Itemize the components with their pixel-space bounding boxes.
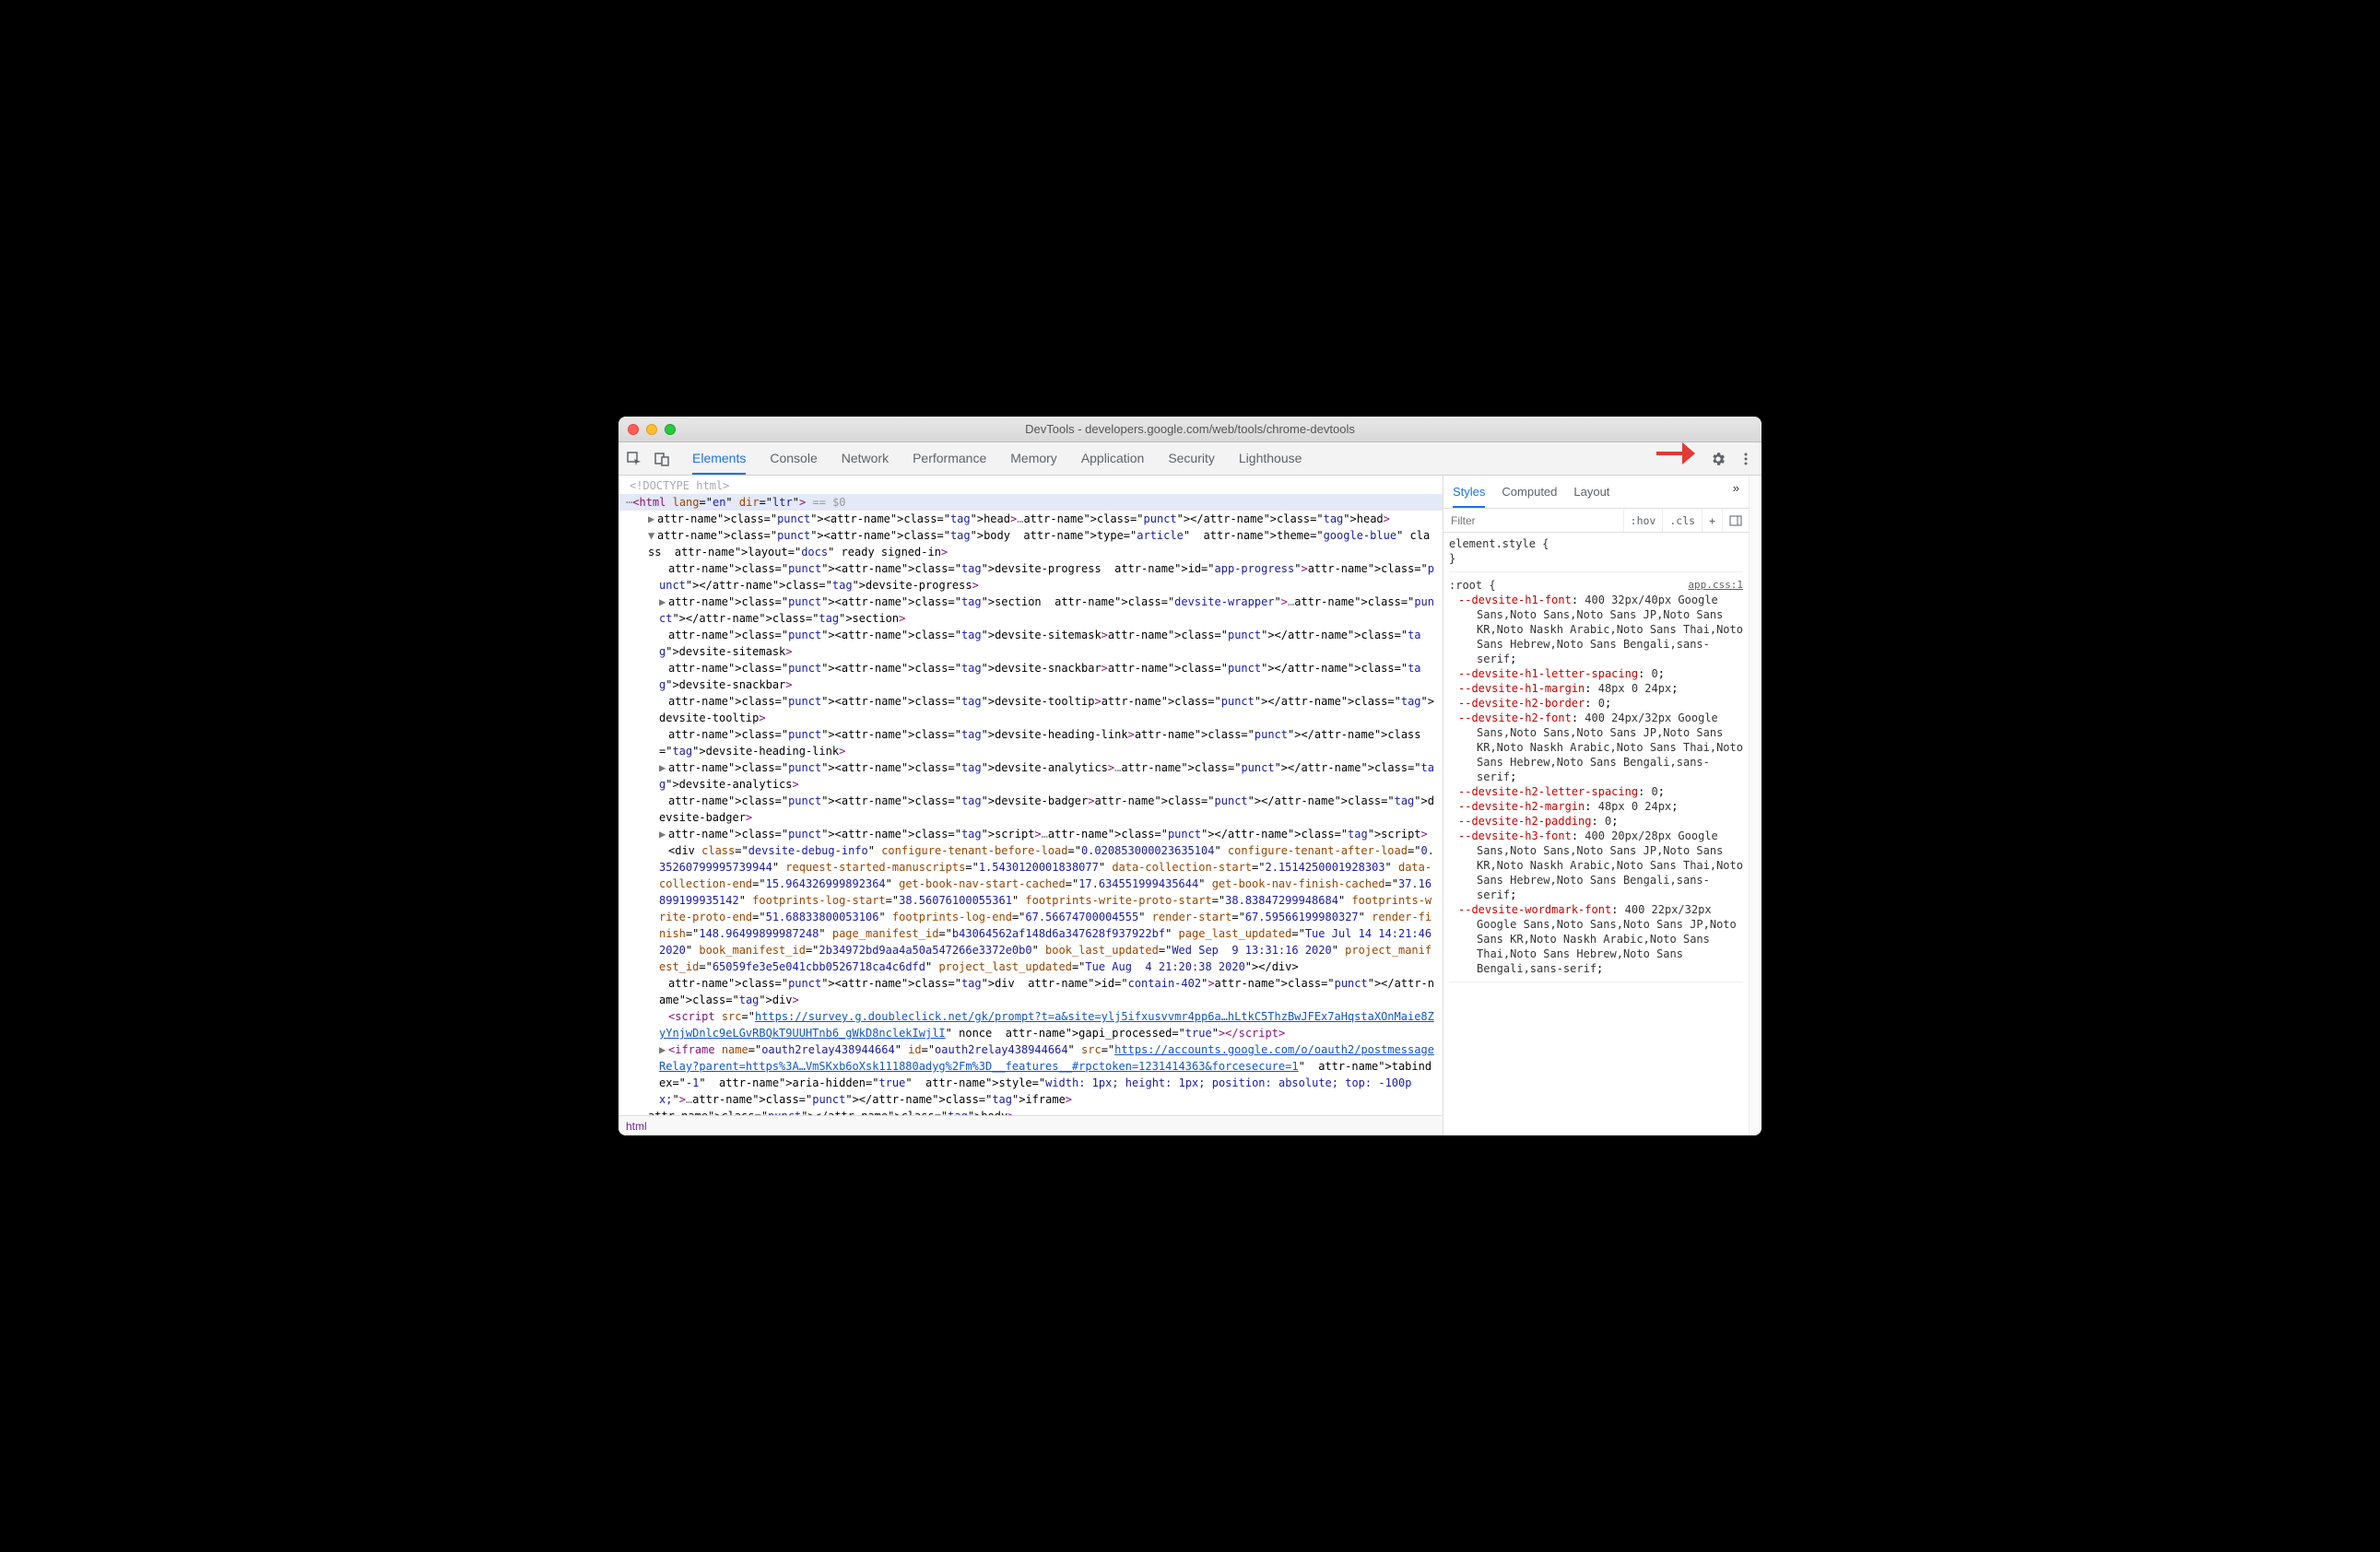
styles-body[interactable]: element.style {}app.css:1:root {--devsit… [1443,533,1749,1135]
styles-panel: Styles Computed Layout » :hov .cls + ele… [1443,476,1749,1135]
tab-console[interactable]: Console [770,443,817,475]
filter-row: :hov .cls + [1443,509,1749,533]
tab-lighthouse[interactable]: Lighthouse [1239,443,1302,475]
titlebar: DevTools - developers.google.com/web/too… [619,417,1761,442]
styles-tab-styles[interactable]: Styles [1453,481,1485,508]
gear-icon[interactable] [1710,451,1726,467]
breadcrumb-bar: html [619,1115,1443,1135]
cls-button[interactable]: .cls [1662,509,1702,532]
tab-elements[interactable]: Elements [692,443,746,475]
styles-tab-computed[interactable]: Computed [1502,481,1557,508]
window-title: DevTools - developers.google.com/web/too… [619,422,1761,436]
hov-button[interactable]: :hov [1623,509,1663,532]
tab-memory[interactable]: Memory [1010,443,1057,475]
devtools-window: DevTools - developers.google.com/web/too… [619,417,1761,1135]
inspect-icon[interactable] [626,451,642,467]
styles-tabs: Styles Computed Layout » [1443,476,1749,509]
filter-input[interactable] [1443,514,1623,527]
tab-network[interactable]: Network [842,443,889,475]
new-rule-button[interactable]: + [1702,509,1722,532]
styles-tab-layout[interactable]: Layout [1573,481,1609,508]
toggle-sidebar-icon[interactable] [1722,509,1749,532]
device-toggle-icon[interactable] [654,451,670,467]
kebab-icon[interactable] [1738,451,1754,467]
main-area: <!DOCTYPE html>⋯<html lang="en" dir="ltr… [619,476,1761,1135]
breadcrumb-item[interactable]: html [626,1120,647,1133]
more-tabs-icon[interactable]: » [1733,481,1739,508]
tab-application[interactable]: Application [1081,443,1145,475]
tab-performance[interactable]: Performance [913,443,986,475]
dom-tree[interactable]: <!DOCTYPE html>⋯<html lang="en" dir="ltr… [619,476,1443,1115]
panel-tabs: Elements Console Network Performance Mem… [692,443,1302,475]
elements-panel: <!DOCTYPE html>⋯<html lang="en" dir="ltr… [619,476,1443,1135]
tab-security[interactable]: Security [1168,443,1215,475]
pointer-arrow-icon [1655,433,1697,475]
scrollbar[interactable] [1749,476,1761,1135]
main-toolbar: Elements Console Network Performance Mem… [619,442,1761,476]
